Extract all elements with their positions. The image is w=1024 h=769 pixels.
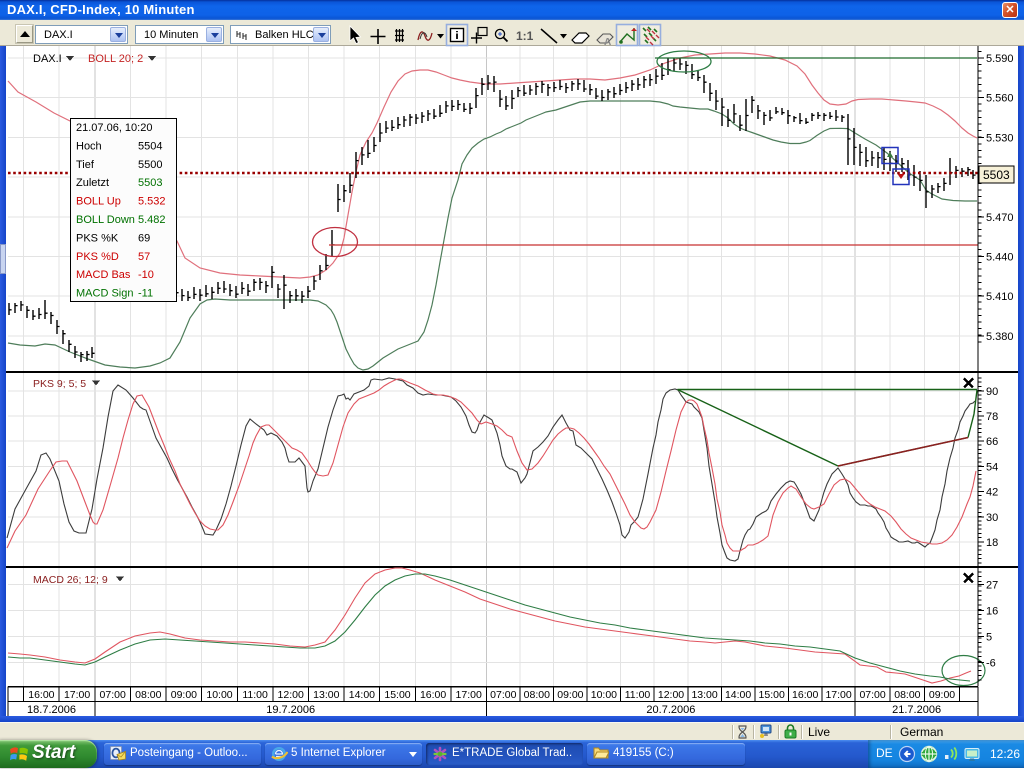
svg-text:42: 42: [986, 487, 998, 499]
svg-text:78: 78: [986, 411, 998, 423]
svg-text:16: 16: [986, 606, 998, 618]
svg-text:13:00: 13:00: [691, 689, 717, 701]
svg-text:5504: 5504: [138, 140, 162, 152]
svg-text:15:00: 15:00: [759, 689, 785, 701]
svg-text:18.7.2006: 18.7.2006: [27, 704, 76, 716]
svg-text:13:00: 13:00: [313, 689, 339, 701]
svg-text:BOLL Down: BOLL Down: [76, 214, 135, 226]
svg-text:BOLL 20; 2: BOLL 20; 2: [88, 53, 143, 65]
svg-text:DAX.I: DAX.I: [33, 53, 62, 65]
svg-text:16:00: 16:00: [792, 689, 818, 701]
svg-text:16:00: 16:00: [420, 689, 446, 701]
svg-text:-11: -11: [138, 288, 153, 300]
svg-text:66: 66: [986, 436, 998, 448]
svg-text:27: 27: [986, 580, 998, 592]
svg-text:5: 5: [986, 632, 992, 644]
svg-text:12:00: 12:00: [278, 689, 304, 701]
svg-text:30: 30: [986, 512, 998, 524]
svg-text:-10: -10: [138, 269, 154, 281]
svg-text:17:00: 17:00: [64, 689, 90, 701]
svg-text:5.470: 5.470: [986, 212, 1014, 224]
svg-text:MACD Bas: MACD Bas: [76, 269, 131, 281]
svg-text:A: A: [604, 37, 611, 48]
svg-text:14:00: 14:00: [725, 689, 751, 701]
svg-text:11:00: 11:00: [625, 689, 651, 701]
svg-text:90: 90: [986, 386, 998, 398]
svg-text:21.07.06, 10:20: 21.07.06, 10:20: [76, 122, 152, 134]
svg-text:07:00: 07:00: [490, 689, 516, 701]
svg-text:19.7.2006: 19.7.2006: [266, 704, 315, 716]
svg-text:1:1: 1:1: [516, 29, 534, 43]
svg-text:16:00: 16:00: [28, 689, 54, 701]
svg-text:MACD Sign: MACD Sign: [76, 288, 133, 300]
svg-text:07:00: 07:00: [100, 689, 126, 701]
svg-text:5503: 5503: [983, 168, 1010, 182]
svg-text:09:00: 09:00: [171, 689, 197, 701]
svg-text:5500: 5500: [138, 159, 162, 171]
svg-text:PKS %K: PKS %K: [76, 232, 119, 244]
svg-text:08:00: 08:00: [524, 689, 550, 701]
svg-text:57: 57: [138, 251, 150, 263]
svg-text:18: 18: [986, 537, 998, 549]
svg-text:5.532: 5.532: [138, 196, 166, 208]
svg-text:5.440: 5.440: [986, 252, 1014, 264]
svg-text:09:00: 09:00: [929, 689, 955, 701]
svg-text:11:00: 11:00: [242, 689, 268, 701]
svg-text:5.482: 5.482: [138, 214, 166, 226]
svg-text:5.380: 5.380: [986, 331, 1014, 343]
svg-text:07:00: 07:00: [859, 689, 885, 701]
svg-text:09:00: 09:00: [557, 689, 583, 701]
svg-text:-6: -6: [986, 658, 996, 670]
svg-text:BOLL Up: BOLL Up: [76, 196, 121, 208]
svg-text:5503: 5503: [138, 177, 162, 189]
svg-text:5.530: 5.530: [986, 132, 1014, 144]
svg-text:PKS 9; 5; 5: PKS 9; 5; 5: [33, 378, 86, 390]
svg-text:54: 54: [986, 461, 998, 473]
svg-text:Hoch: Hoch: [76, 140, 102, 152]
svg-text:10:00: 10:00: [591, 689, 617, 701]
svg-text:5.590: 5.590: [986, 53, 1014, 65]
svg-text:17:00: 17:00: [456, 689, 482, 701]
svg-text:PKS %D: PKS %D: [76, 251, 119, 263]
svg-text:21.7.2006: 21.7.2006: [892, 704, 941, 716]
svg-text:5.560: 5.560: [986, 93, 1014, 105]
svg-text:20.7.2006: 20.7.2006: [646, 704, 695, 716]
svg-text:17:00: 17:00: [825, 689, 851, 701]
svg-text:08:00: 08:00: [135, 689, 161, 701]
svg-text:10:00: 10:00: [206, 689, 232, 701]
svg-text:15:00: 15:00: [384, 689, 410, 701]
svg-text:12:00: 12:00: [658, 689, 684, 701]
svg-text:Tief: Tief: [76, 159, 95, 171]
svg-text:Zuletzt: Zuletzt: [76, 177, 109, 189]
svg-text:08:00: 08:00: [894, 689, 920, 701]
svg-text:MACD 26; 12; 9: MACD 26; 12; 9: [33, 574, 108, 586]
svg-text:5.410: 5.410: [986, 291, 1014, 303]
svg-text:69: 69: [138, 232, 150, 244]
svg-text:14:00: 14:00: [349, 689, 375, 701]
